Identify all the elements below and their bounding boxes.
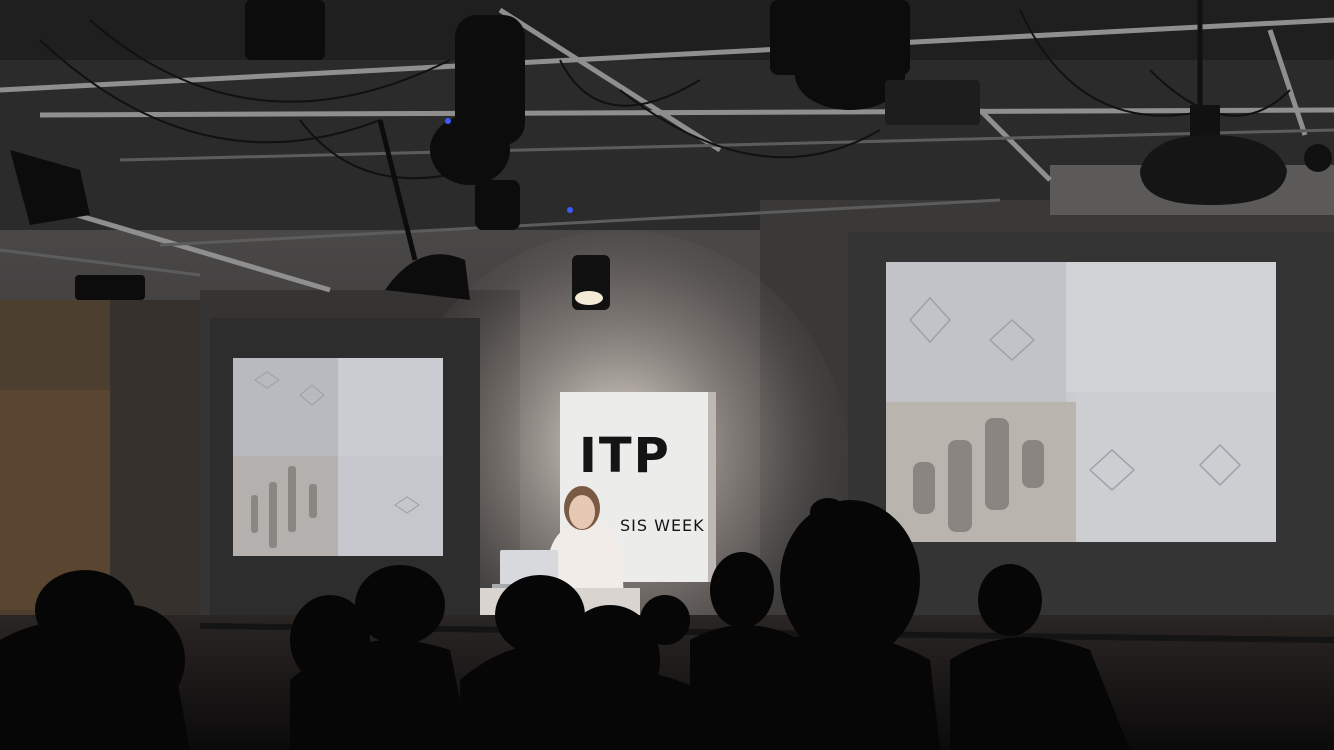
projector-screen-left [233,358,443,556]
lecture-hall-photo: ITP SIS WEEK [0,0,1334,750]
stage-spotlight [572,255,610,310]
projector-screen-right [886,262,1276,542]
scene-illustration [0,0,1334,750]
pendant-light [1140,135,1287,205]
itp-logo: ITP [579,428,671,484]
sign-caption: SIS WEEK [620,516,705,535]
